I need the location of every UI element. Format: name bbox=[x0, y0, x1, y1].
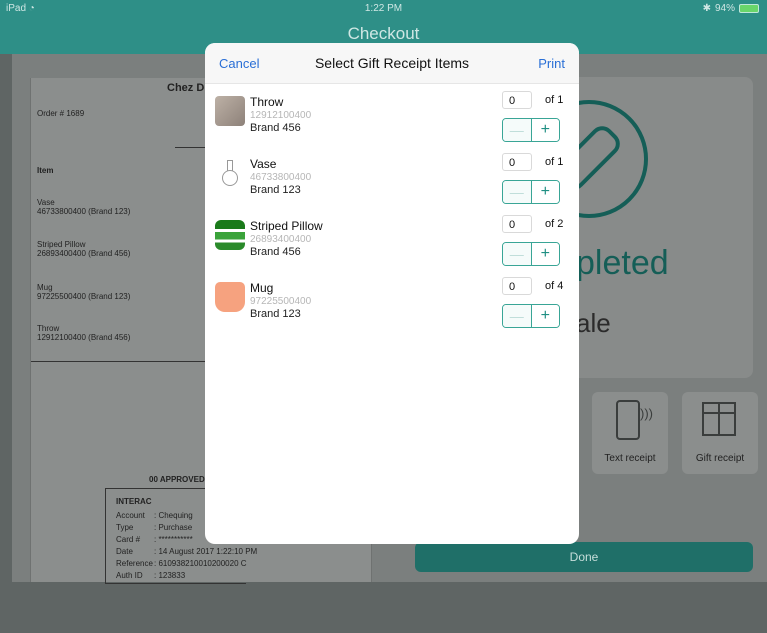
item-sku: 97225500400 bbox=[250, 296, 312, 307]
receipt-item: Throw 12912100400 (Brand 456) bbox=[37, 324, 130, 342]
minus-icon[interactable]: — bbox=[503, 305, 532, 327]
interac-type-value: : Purchase bbox=[154, 523, 193, 532]
gift-icon bbox=[702, 402, 736, 436]
receipt-item: Mug 97225500400 (Brand 123) bbox=[37, 283, 130, 301]
interac-date-value: : 14 August 2017 1:22:10 PM bbox=[154, 547, 258, 556]
item-brand: Brand 456 bbox=[250, 246, 301, 258]
receipt-item: Striped Pillow 26893400400 (Brand 456) bbox=[37, 240, 130, 258]
item-brand: Brand 123 bbox=[250, 308, 301, 320]
item-name: Striped Pillow bbox=[250, 219, 323, 233]
pillow-thumbnail bbox=[215, 220, 245, 250]
receipt-item-name: Vase bbox=[37, 198, 55, 207]
receipt-order-number: Order # 1689 bbox=[37, 109, 85, 118]
plus-icon[interactable]: + bbox=[531, 181, 559, 203]
bluetooth-icon: ✱ bbox=[702, 3, 711, 14]
minus-icon[interactable]: — bbox=[503, 181, 532, 203]
receipt-item-line: 46733800400 (Brand 123) bbox=[37, 207, 131, 216]
quantity-field[interactable]: 0 bbox=[502, 91, 532, 109]
receipt-item-name: Mug bbox=[37, 283, 53, 292]
interac-card-label: Card # bbox=[116, 535, 141, 544]
gift-receipt-button[interactable]: Gift receipt bbox=[682, 392, 758, 474]
modal-title: Select Gift Receipt Items bbox=[314, 55, 470, 71]
receipt-item-header: Item bbox=[37, 166, 54, 175]
quantity-stepper[interactable]: — + bbox=[502, 118, 560, 142]
battery-icon bbox=[739, 4, 759, 13]
interac-title: INTERAC bbox=[116, 497, 152, 506]
item-name: Vase bbox=[250, 157, 277, 171]
interac-account-label: Account bbox=[116, 511, 145, 520]
gift-receipt-label: Gift receipt bbox=[695, 453, 745, 464]
plus-icon[interactable]: + bbox=[531, 305, 559, 327]
quantity-stepper[interactable]: — + bbox=[502, 304, 560, 328]
interac-type-label: Type bbox=[116, 523, 134, 532]
minus-icon[interactable]: — bbox=[503, 243, 532, 265]
interac-auth-label: Auth ID bbox=[116, 571, 143, 580]
quantity-stepper[interactable]: — + bbox=[502, 180, 560, 204]
mug-thumbnail bbox=[215, 282, 245, 312]
item-brand: Brand 456 bbox=[250, 122, 301, 134]
item-brand: Brand 123 bbox=[250, 184, 301, 196]
gift-item-row: Striped Pillow 26893400400 Brand 456 0 o… bbox=[205, 214, 579, 276]
text-receipt-label: Text receipt bbox=[604, 453, 656, 464]
plus-icon[interactable]: + bbox=[531, 119, 559, 141]
quantity-max: of 1 bbox=[545, 94, 564, 106]
sale-text: ale bbox=[576, 308, 611, 338]
status-bar: iPad ◔ 1:22 PM ✱ 94% bbox=[0, 0, 767, 20]
gift-item-row: Mug 97225500400 Brand 123 0 of 4 — + bbox=[205, 276, 579, 338]
completed-text: pleted bbox=[576, 244, 669, 282]
quantity-stepper[interactable]: — + bbox=[502, 242, 560, 266]
vase-thumbnail bbox=[215, 158, 245, 188]
gift-item-row: Throw 12912100400 Brand 456 0 of 1 — + bbox=[205, 90, 579, 152]
page-title: Checkout bbox=[347, 24, 420, 43]
receipt-item: Vase 46733800400 (Brand 123) bbox=[37, 198, 130, 216]
battery-percent: 94% bbox=[714, 3, 735, 14]
item-sku: 46733800400 bbox=[250, 172, 312, 183]
interac-date-label: Date bbox=[116, 547, 133, 556]
gift-item-row: Vase 46733800400 Brand 123 0 of 1 — + bbox=[205, 152, 579, 214]
item-sku: 26893400400 bbox=[250, 234, 312, 245]
throw-thumbnail bbox=[215, 96, 245, 126]
status-time: 1:22 PM bbox=[364, 3, 403, 14]
quantity-max: of 1 bbox=[545, 156, 564, 168]
interac-auth-row: Auth ID : 123833 bbox=[116, 571, 490, 633]
print-button[interactable]: Print bbox=[538, 56, 565, 71]
item-name: Throw bbox=[250, 95, 284, 109]
receipt-item-line: 26893400400 (Brand 456) bbox=[37, 249, 131, 258]
quantity-field[interactable]: 0 bbox=[502, 153, 532, 171]
done-button[interactable]: Done bbox=[415, 542, 753, 572]
signal-icon: ))) bbox=[640, 406, 653, 421]
quantity-max: of 4 bbox=[545, 280, 564, 292]
quantity-field[interactable]: 0 bbox=[502, 277, 532, 295]
interac-card-value: : *********** bbox=[154, 535, 193, 544]
receipt-item-line: 97225500400 (Brand 123) bbox=[37, 292, 131, 301]
item-name: Mug bbox=[250, 281, 274, 295]
minus-icon[interactable]: — bbox=[503, 119, 532, 141]
quantity-max: of 2 bbox=[545, 218, 564, 230]
interac-account-value: : Chequing bbox=[154, 511, 193, 520]
text-receipt-button[interactable]: ))) Text receipt bbox=[592, 392, 668, 474]
plus-icon[interactable]: + bbox=[531, 243, 559, 265]
receipt-item-line: 12912100400 (Brand 456) bbox=[37, 333, 131, 342]
status-right: ✱ 94% bbox=[703, 3, 759, 14]
interac-auth-value: : 123833 bbox=[154, 571, 186, 580]
item-sku: 12912100400 bbox=[250, 110, 312, 121]
receipt-shop-name: Chez D bbox=[167, 82, 205, 94]
receipt-item-name: Throw bbox=[37, 324, 60, 333]
phone-icon bbox=[616, 400, 640, 440]
gift-receipt-modal: Cancel Select Gift Receipt Items Print T… bbox=[205, 43, 579, 544]
interac-ref-value: : 610938210010200020 C bbox=[154, 559, 247, 568]
interac-ref-label: Reference bbox=[116, 559, 153, 568]
receipt-item-name: Striped Pillow bbox=[37, 240, 86, 249]
quantity-field[interactable]: 0 bbox=[502, 215, 532, 233]
modal-header: Cancel Select Gift Receipt Items Print bbox=[205, 43, 579, 84]
